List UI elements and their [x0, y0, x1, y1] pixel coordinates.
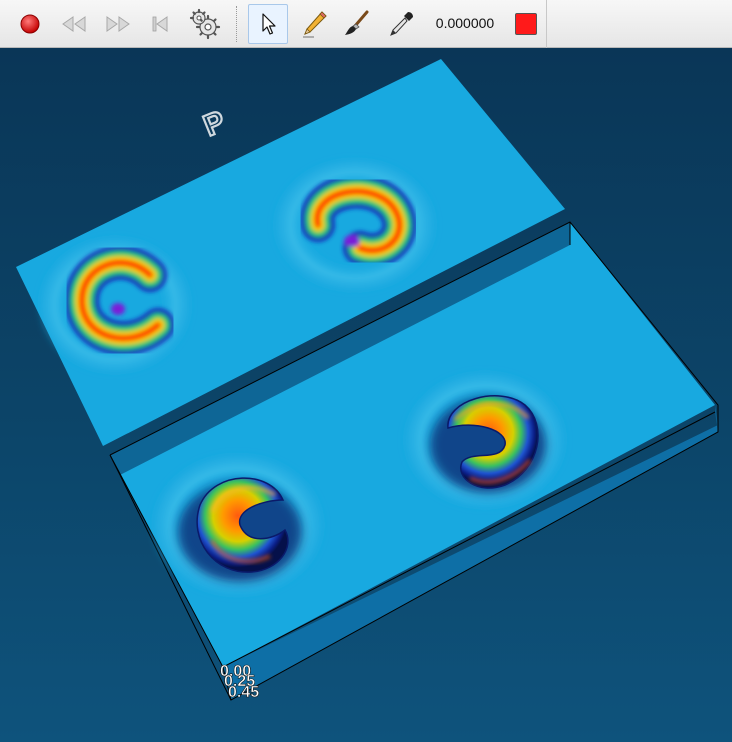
toolbar-end-divider — [546, 0, 547, 48]
gears-icon — [189, 8, 221, 40]
settings-button[interactable] — [187, 5, 223, 43]
axis-label-3: 0.45 — [228, 684, 259, 701]
toolbar-separator — [236, 6, 238, 42]
eyedropper-icon — [390, 12, 413, 36]
color-swatch-button[interactable] — [508, 5, 544, 43]
record-button[interactable] — [12, 5, 48, 43]
rewind-icon — [62, 16, 86, 32]
brush-tool-button[interactable] — [338, 5, 374, 43]
rewind-button[interactable] — [56, 5, 92, 43]
toolbar: 0.000000 — [0, 0, 732, 48]
eyedropper-tool-button[interactable] — [382, 5, 418, 43]
brush-icon — [345, 10, 369, 35]
record-icon — [20, 14, 40, 34]
skip-to-start-button[interactable] — [142, 5, 178, 43]
color-swatch — [515, 13, 537, 35]
pencil-tool-button[interactable] — [296, 5, 332, 43]
select-tool-button[interactable] — [248, 4, 288, 44]
skip-start-icon — [152, 16, 168, 32]
fast-forward-icon — [106, 16, 130, 32]
3d-viewport[interactable]: P 0.00 0.25 0.45 — [0, 48, 732, 742]
fast-forward-button[interactable] — [100, 5, 136, 43]
pencil-icon — [303, 11, 327, 38]
scene-canvas: P 0.00 0.25 0.45 — [16, 59, 719, 701]
cursor-icon — [262, 13, 276, 35]
plane-label: P — [199, 105, 230, 143]
time-readout: 0.000000 — [435, 15, 495, 31]
